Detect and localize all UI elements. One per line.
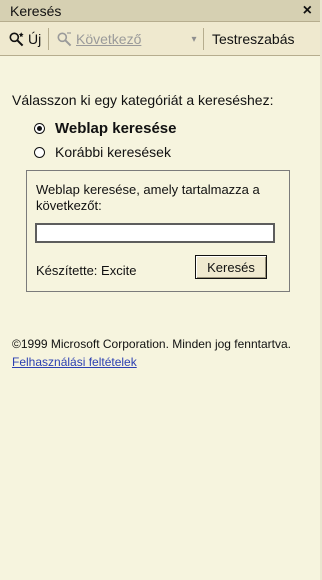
copyright-block: ©1999 Microsoft Corporation. Minden jog … — [12, 335, 302, 371]
search-button[interactable]: Keresés — [195, 255, 267, 279]
new-search-label: Új — [28, 31, 42, 47]
chevron-down-icon[interactable]: ▾ — [188, 29, 200, 49]
toolbar-divider — [48, 28, 49, 50]
title-bar: Keresés × — [0, 0, 320, 22]
customize-button[interactable]: Testreszabás — [212, 29, 294, 49]
radio-previous-searches[interactable]: Korábbi keresések — [34, 144, 171, 160]
provider-text: Készítette: Excite — [36, 263, 137, 278]
content-area: Válasszon ki egy kategóriát a kereséshez… — [0, 56, 320, 580]
category-prompt: Válasszon ki egy kategóriát a kereséshez… — [12, 92, 274, 108]
search-instruction: Weblap keresése, amely tartalmazza a köv… — [36, 182, 260, 213]
radio-unselected — [34, 146, 45, 158]
terms-link[interactable]: Felhasználási feltételek — [12, 355, 137, 369]
search-pane: Keresés × Új Következő ▾ Testreszabás Vá… — [0, 0, 320, 580]
pane-title: Keresés — [10, 3, 62, 19]
copyright-text: ©1999 Microsoft Corporation. Minden jog … — [12, 337, 291, 351]
next-label: Következő — [76, 31, 142, 47]
toolbar: Új Következő ▾ Testreszabás — [0, 22, 320, 56]
customize-label: Testreszabás — [212, 31, 295, 47]
search-input[interactable] — [35, 223, 275, 243]
radio-web-search[interactable]: Weblap keresése — [34, 120, 176, 137]
close-icon[interactable]: × — [303, 2, 312, 20]
new-search-button[interactable]: Új — [8, 29, 41, 49]
radio-selected — [34, 123, 45, 134]
new-search-icon — [8, 31, 24, 47]
web-search-group: Weblap keresése, amely tartalmazza a köv… — [26, 170, 290, 292]
radio-label: Weblap keresése — [55, 120, 177, 137]
radio-label: Korábbi keresések — [55, 144, 171, 160]
next-icon — [56, 31, 72, 47]
toolbar-divider — [203, 28, 204, 50]
next-button[interactable]: Következő — [56, 29, 141, 49]
